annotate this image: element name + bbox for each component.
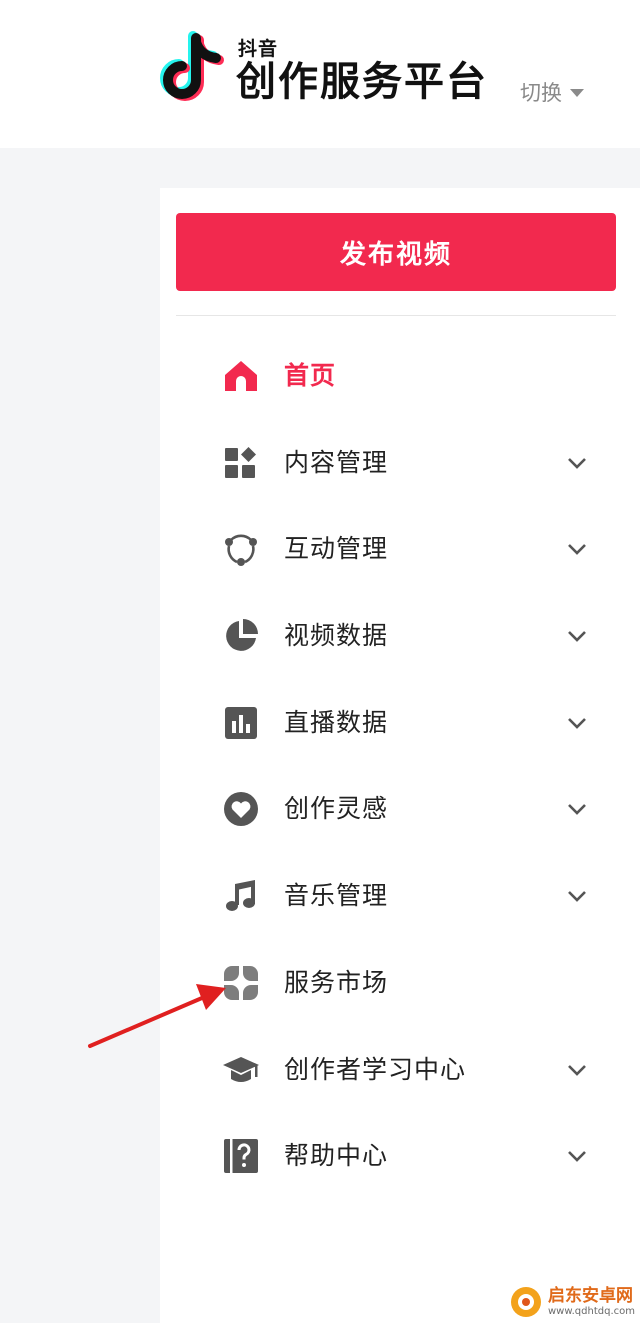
sidebar-item-service-market[interactable]: 服务市场 <box>160 952 640 1012</box>
watermark: 启东安卓网 www.qdhtdq.com <box>510 1284 635 1320</box>
publish-video-button[interactable]: 发布视频 <box>176 213 616 291</box>
sidebar-item-label: 服务市场 <box>284 968 389 997</box>
chevron-down-icon[interactable] <box>564 710 590 736</box>
chevron-down-icon[interactable] <box>564 796 590 822</box>
chevron-down-icon[interactable] <box>564 623 590 649</box>
sidebar-item-label: 帮助中心 <box>284 1141 389 1170</box>
watermark-url: www.qdhtdq.com <box>548 1305 635 1317</box>
sidebar-item-label: 首页 <box>284 361 337 390</box>
chevron-down-icon[interactable] <box>564 883 590 909</box>
sidebar-item-label: 视频数据 <box>284 621 389 650</box>
sidebar-item-label: 创作灵感 <box>284 794 389 823</box>
watermark-logo-icon <box>511 1287 541 1317</box>
sidebar-item-home[interactable]: 首页 <box>160 345 640 405</box>
chevron-down-icon[interactable] <box>564 450 590 476</box>
douyin-logo-icon[interactable] <box>156 30 226 104</box>
bar-chart-icon <box>222 704 260 742</box>
chevron-down-icon[interactable] <box>564 1057 590 1083</box>
sidebar-item-content[interactable]: 内容管理 <box>160 432 640 492</box>
sidebar-item-inspiration[interactable]: 创作灵感 <box>160 778 640 838</box>
sidebar-item-interaction[interactable]: 互动管理 <box>160 518 640 578</box>
sidebar-item-music[interactable]: 音乐管理 <box>160 865 640 925</box>
sidebar-item-label: 直播数据 <box>284 708 389 737</box>
top-header: 抖音 创作服务平台 切换 <box>0 0 640 148</box>
interaction-icon <box>222 530 260 568</box>
sidebar-item-live-data[interactable]: 直播数据 <box>160 692 640 752</box>
sidebar-item-help-center[interactable]: 帮助中心 <box>160 1125 640 1185</box>
home-icon <box>222 357 260 395</box>
watermark-name: 启东安卓网 <box>548 1285 633 1306</box>
sidebar-divider <box>176 315 616 316</box>
sidebar-item-learning-center[interactable]: 创作者学习中心 <box>160 1039 640 1099</box>
switch-label: 切换 <box>520 81 562 105</box>
sidebar-item-label: 互动管理 <box>284 534 389 563</box>
brand-small-text: 抖音 <box>238 38 279 60</box>
widgets-icon <box>222 444 260 482</box>
pie-chart-icon <box>222 617 260 655</box>
chevron-down-icon[interactable] <box>564 536 590 562</box>
brand-title: 创作服务平台 <box>236 59 488 105</box>
sidebar-item-video-data[interactable]: 视频数据 <box>160 605 640 665</box>
switch-dropdown[interactable]: 切换 <box>520 78 584 106</box>
music-note-icon <box>222 877 260 915</box>
help-book-icon <box>222 1137 260 1175</box>
sidebar: 发布视频 首页 内容管理 互动管理 视频数据 直播数据 创作灵感 音乐管理 服务… <box>160 188 640 1323</box>
graduation-cap-icon <box>222 1051 260 1089</box>
sidebar-item-label: 音乐管理 <box>284 881 389 910</box>
sidebar-item-label: 创作者学习中心 <box>284 1055 467 1084</box>
chevron-down-icon[interactable] <box>564 1143 590 1169</box>
clover-icon <box>222 964 260 1002</box>
heart-icon <box>222 790 260 828</box>
caret-down-icon <box>570 89 584 97</box>
sidebar-item-label: 内容管理 <box>284 448 389 477</box>
